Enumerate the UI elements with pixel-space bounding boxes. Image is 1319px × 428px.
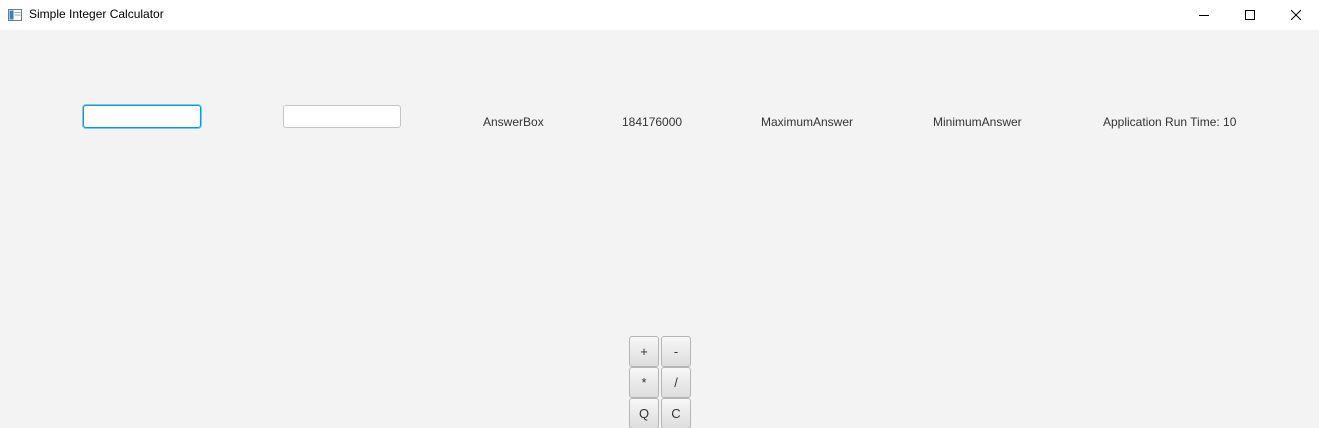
divide-button[interactable]: /	[661, 367, 691, 398]
answer-box-label: AnswerBox	[483, 115, 544, 129]
first-operand-input[interactable]	[83, 105, 201, 128]
minimum-answer-label: MinimumAnswer	[933, 115, 1022, 129]
quit-button[interactable]: Q	[629, 398, 659, 428]
second-operand-input[interactable]	[283, 105, 401, 128]
close-icon	[1291, 10, 1301, 20]
subtract-button[interactable]: -	[661, 336, 691, 367]
maximize-icon	[1245, 10, 1255, 20]
minimize-icon	[1199, 10, 1209, 20]
current-value-label: 184176000	[622, 115, 683, 129]
add-button[interactable]: +	[629, 336, 659, 367]
title-bar[interactable]: Simple Integer Calculator	[0, 0, 1319, 30]
window-title: Simple Integer Calculator	[29, 7, 164, 21]
clear-button[interactable]: C	[661, 398, 691, 428]
calculator-content: AnswerBox 184176000 MaximumAnswer Minimu…	[0, 30, 1319, 428]
minimize-button[interactable]	[1181, 0, 1227, 30]
multiply-button[interactable]: *	[629, 367, 659, 398]
calculator-window: Simple Integer Calculator AnswerBox 1841…	[0, 0, 1319, 428]
run-time-label: Application Run Time: 10	[1103, 115, 1237, 129]
maximize-button[interactable]	[1227, 0, 1273, 30]
close-button[interactable]	[1273, 0, 1319, 30]
app-icon	[8, 8, 22, 21]
maximum-answer-label: MaximumAnswer	[761, 115, 854, 129]
